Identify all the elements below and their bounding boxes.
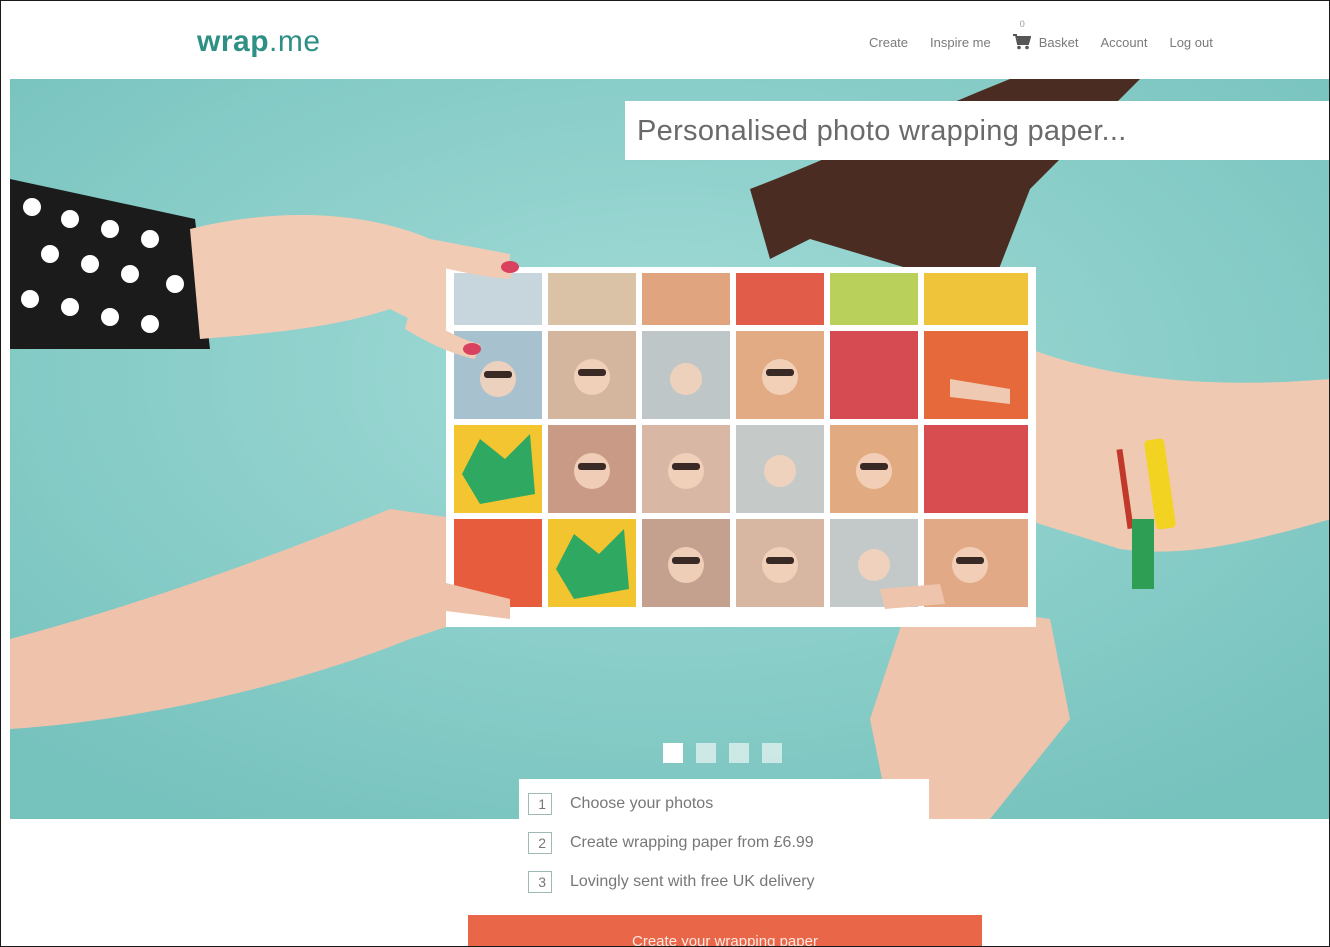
step-1-number: 1 [528, 793, 552, 815]
nav-basket[interactable]: 0 Basket [1012, 19, 1079, 50]
nav-inspire[interactable]: Inspire me [930, 35, 991, 50]
nav-logout[interactable]: Log out [1169, 35, 1212, 50]
step-1-text: Choose your photos [570, 795, 714, 812]
logo-light: .me [269, 25, 321, 58]
carousel-dots [663, 743, 795, 763]
carousel-dot-3[interactable] [729, 743, 749, 763]
step-3: 3 Lovingly sent with free UK delivery [528, 871, 815, 893]
step-3-number: 3 [528, 871, 552, 893]
cart-icon [1012, 34, 1031, 50]
site-header: wrap.me Create Inspire me 0 Basket Accou… [1, 1, 1329, 79]
create-wrapping-paper-button[interactable]: Create your wrapping paper [468, 915, 982, 946]
page: wrap.me Create Inspire me 0 Basket Accou… [0, 0, 1330, 947]
nav-account[interactable]: Account [1100, 35, 1147, 50]
nav-create[interactable]: Create [869, 35, 908, 50]
basket-count: 0 [1019, 19, 1025, 29]
step-1: 1 Choose your photos [528, 793, 815, 815]
carousel-dot-1[interactable] [663, 743, 683, 763]
step-2-number: 2 [528, 832, 552, 854]
hero-carousel [10, 79, 1329, 819]
step-2: 2 Create wrapping paper from £6.99 [528, 832, 815, 854]
step-3-text: Lovingly sent with free UK delivery [570, 873, 815, 890]
carousel-dot-4[interactable] [762, 743, 782, 763]
step-2-text: Create wrapping paper from £6.99 [570, 834, 814, 851]
steps-list: 1 Choose your photos 2 Create wrapping p… [528, 793, 815, 910]
carousel-dot-2[interactable] [696, 743, 716, 763]
gift-box [446, 267, 1036, 627]
hero-image [10, 79, 1329, 819]
logo-bold: wrap [197, 25, 270, 58]
hero-headline: Personalised photo wrapping paper... [637, 115, 1127, 147]
main-nav: Create Inspire me 0 Basket Account Log o… [869, 19, 1235, 50]
nav-basket-label: Basket [1038, 34, 1079, 50]
logo[interactable]: wrap.me [197, 25, 321, 59]
hero-headline-box: Personalised photo wrapping paper... [625, 101, 1329, 160]
